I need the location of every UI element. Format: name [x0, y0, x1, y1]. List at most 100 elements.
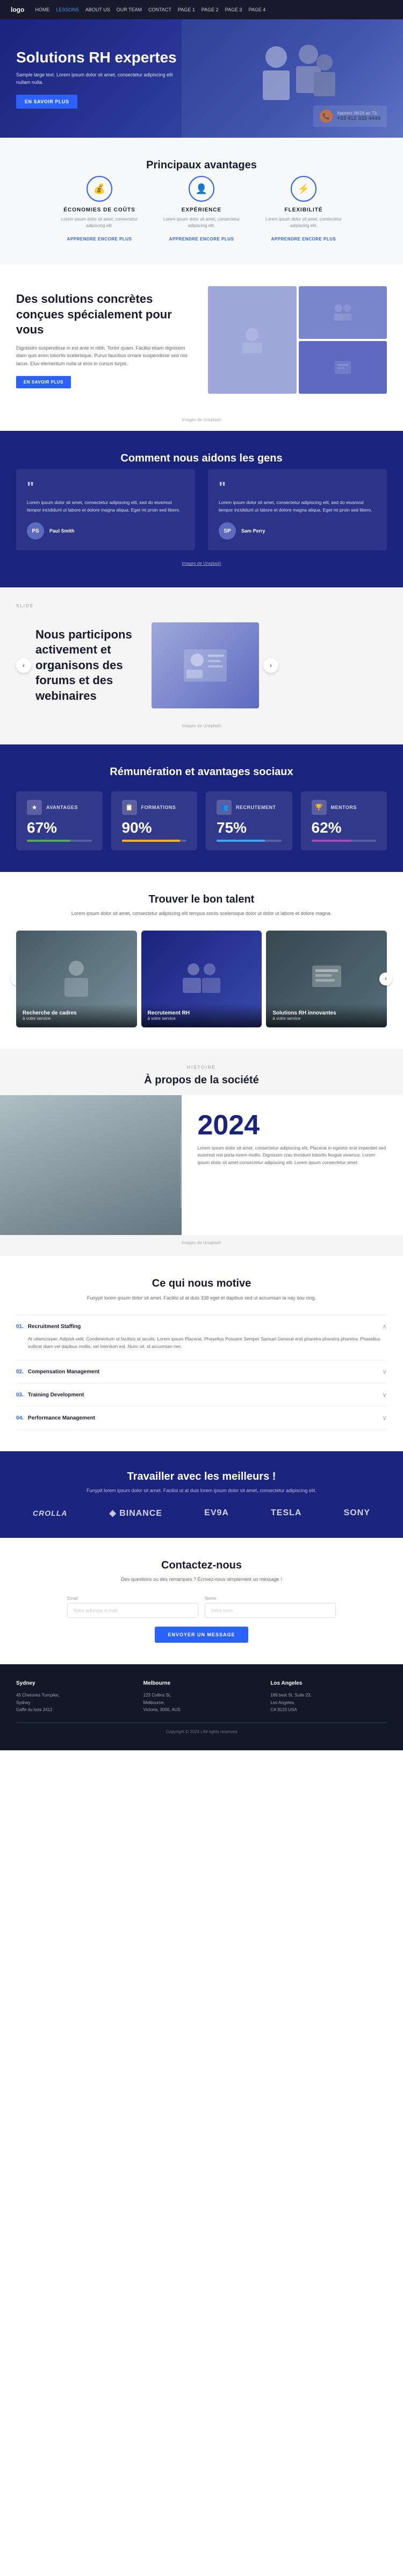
events-title: Nous participons activement et organison…	[35, 627, 143, 704]
talent-next-button[interactable]: ›	[379, 973, 392, 985]
hero-cta-button[interactable]: EN SAVOIR PLUS	[16, 95, 77, 109]
chevron-down-icon-2: ∨	[382, 1368, 387, 1375]
advantage-link-cost[interactable]: APPRENDRE ENCORE PLUS	[67, 237, 132, 242]
hero-content: Solutions RH expertes Sample large text.…	[16, 48, 183, 109]
testimonial-text-1: Lorem ipsum dolor sit amet, consectetur …	[27, 499, 184, 514]
talent-card-overlay-3: Solutions RH innovantes à votre service	[266, 1004, 387, 1027]
stat-card-formations: 📋 Formations 90%	[111, 791, 198, 850]
nav-page4[interactable]: PAGE 4	[248, 7, 265, 12]
submit-button[interactable]: ENVOYER UN MESSAGE	[155, 1627, 248, 1643]
contact-form: Email Name ENVOYER UN MESSAGE	[67, 1596, 336, 1643]
nav-about[interactable]: ABOUT US	[85, 7, 110, 12]
solutions-title: Des solutions concrètes conçues spéciale…	[16, 292, 195, 338]
avatar-sam: SP	[219, 522, 236, 540]
faq-item-4: 04. Performance Management ∨	[16, 1407, 387, 1430]
stat-icon-row-3: 👥 Recrutement	[217, 800, 282, 815]
form-group-email: Email	[67, 1596, 198, 1618]
author-name-1: Paul Smith	[49, 528, 75, 534]
advantage-desc-exp: Lorem ipsum dolor sit amet, consectetur …	[159, 216, 244, 229]
stat-icon-row-2: 📋 Formations	[122, 800, 187, 815]
advantage-link-exp[interactable]: APPRENDRE ENCORE PLUS	[169, 237, 234, 242]
advantage-item-cost: 💰 ÉCONOMIES DE COÛTS Lorem ipsum dolor s…	[56, 176, 142, 243]
footer-col-title-melbourne: Melbourne	[143, 1680, 260, 1686]
email-field[interactable]	[67, 1603, 198, 1618]
mentors-icon: 🏆	[312, 800, 327, 815]
stat-card-recrutement: 👥 Recrutement 75%	[206, 791, 292, 850]
nav-home[interactable]: HOME	[35, 7, 49, 12]
nav-links: HOME LESSONS ABOUT US OUR TEAM CONTACT P…	[35, 7, 265, 12]
advantage-title-exp: EXPÉRIENCE	[159, 207, 244, 213]
faq-header-2[interactable]: 02. Compensation Management ∨	[16, 1368, 387, 1375]
logo[interactable]: logo	[11, 6, 24, 13]
stat-value-mentors: 62%	[312, 819, 377, 836]
about-year-box: 2024 Lorem ipsum dolor sit amet, consect…	[182, 1095, 403, 1235]
advantage-item-exp: 👤 EXPÉRIENCE Lorem ipsum dolor sit amet,…	[159, 176, 244, 243]
faq-answer-1: At ullamcorper. Adipisit velit. Condimen…	[16, 1330, 387, 1352]
person-icon: 👤	[196, 183, 207, 195]
nav-page1[interactable]: PAGE 1	[178, 7, 195, 12]
partner-logo-crolla: CROLLA	[33, 1509, 67, 1517]
events-wrapper: ‹ Nous participons activement et organis…	[16, 612, 387, 719]
advantage-title-flex: FLEXIBILITÉ	[261, 207, 347, 213]
faq-header-4[interactable]: 04. Performance Management ∨	[16, 1414, 387, 1422]
about-content: 2024 Lorem ipsum dolor sit amet, consect…	[0, 1095, 403, 1235]
nav-page3[interactable]: PAGE 3	[225, 7, 242, 12]
solutions-images-label: Images de Unsplash	[0, 415, 403, 431]
nav-contact[interactable]: CONTACT	[148, 7, 171, 12]
formations-icon: 📋	[122, 800, 137, 815]
events-next-button[interactable]: ›	[263, 658, 278, 673]
testimonial-card-1: " Lorem ipsum dolor sit amet, consectetu…	[16, 469, 195, 550]
events-image	[152, 622, 259, 708]
faq-number-2: 02.	[16, 1369, 24, 1375]
solutions-image-office	[299, 341, 387, 394]
talent-card-desc-3: à votre service	[272, 1016, 380, 1021]
testimonials-section: Comment nous aidons les gens " Lorem ips…	[0, 431, 403, 587]
nav-lessons[interactable]: LESSONS	[56, 7, 79, 12]
advantage-item-flex: ⚡ FLEXIBILITÉ Lorem ipsum dolor sit amet…	[261, 176, 347, 243]
footer-address-sydney: 45 Chetones Turnpike,SydneyGaffe du buis…	[16, 1692, 133, 1714]
solutions-text: Des solutions concrètes conçues spéciale…	[16, 292, 195, 388]
faq-item-2: 02. Compensation Management ∨	[16, 1360, 387, 1383]
copyright-text: Copyright © 2024 | All rights reserved	[166, 1729, 237, 1734]
talent-subtitle: Lorem ipsum dolor sit amet, consectetur …	[16, 910, 387, 918]
nav-team[interactable]: OUR TEAM	[117, 7, 142, 12]
lightning-icon: ⚡	[298, 183, 310, 195]
stat-value-avantages: 67%	[27, 819, 92, 836]
about-images-note: Images de Unsplash	[0, 1235, 403, 1256]
about-label: HISTOIRE	[0, 1049, 403, 1074]
advantage-icon-flex: ⚡	[291, 176, 316, 202]
solutions-image-meeting	[299, 286, 387, 339]
name-label: Name	[205, 1596, 336, 1601]
solutions-cta-button[interactable]: EN SAVOIR PLUS	[16, 376, 71, 388]
partner-logo-tesla: TESLA	[271, 1508, 301, 1518]
nav-page2[interactable]: PAGE 2	[202, 7, 219, 12]
stat-card-mentors: 🏆 Mentors 62%	[301, 791, 387, 850]
faq-question-4: Performance Management	[28, 1415, 382, 1421]
testimonials-images-label: Images de Unsplash	[16, 561, 387, 566]
stat-bar-fill-avantages	[27, 840, 70, 842]
advantages-title: Principaux avantages	[16, 159, 387, 172]
motivation-title: Ce qui nous motive	[16, 1278, 387, 1290]
partners-logos: CROLLA ◈ BINANCE EV9A TESLA SONY	[16, 1508, 387, 1518]
about-year-desc: Lorem ipsum dolor sit amet, consectetur …	[198, 1145, 387, 1167]
events-prev-button[interactable]: ‹	[16, 658, 31, 673]
hero-description: Sample large text. Lorem ipsum dolor sit…	[16, 72, 183, 86]
footer-address-la: 189 best St, Suite 23,Los Angeles,CA 912…	[270, 1692, 387, 1714]
advantage-link-flex[interactable]: APPRENDRE ENCORE PLUS	[271, 237, 336, 242]
stats-grid: ★ Avantages 67% 📋 Formations 90% 👥 Recru…	[16, 791, 387, 850]
faq-header-3[interactable]: 03. Training Development ∨	[16, 1391, 387, 1399]
advantage-desc-cost: Lorem ipsum dolor sit amet, consectetur …	[56, 216, 142, 229]
faq-header-1[interactable]: 01. Recruitment Staffing ∧	[16, 1323, 387, 1330]
talent-card-overlay-1: Recherche de cadres à votre service	[16, 1004, 137, 1027]
footer-col-melbourne: Melbourne 123 Collins St,Melbourne,Victo…	[143, 1680, 260, 1714]
stat-value-formations: 90%	[122, 819, 187, 836]
stat-card-avantages: ★ Avantages 67%	[16, 791, 103, 850]
chevron-down-icon-3: ∨	[382, 1391, 387, 1399]
contact-title: Contactez-nous	[16, 1559, 387, 1572]
stat-bar-avantages	[27, 840, 92, 842]
stat-label-formations: Formations	[141, 805, 176, 810]
stat-bar-fill-mentors	[312, 840, 352, 842]
name-field[interactable]	[205, 1603, 336, 1618]
stat-label-recrutement: Recrutement	[236, 805, 276, 810]
advantage-icon-exp: 👤	[189, 176, 214, 202]
